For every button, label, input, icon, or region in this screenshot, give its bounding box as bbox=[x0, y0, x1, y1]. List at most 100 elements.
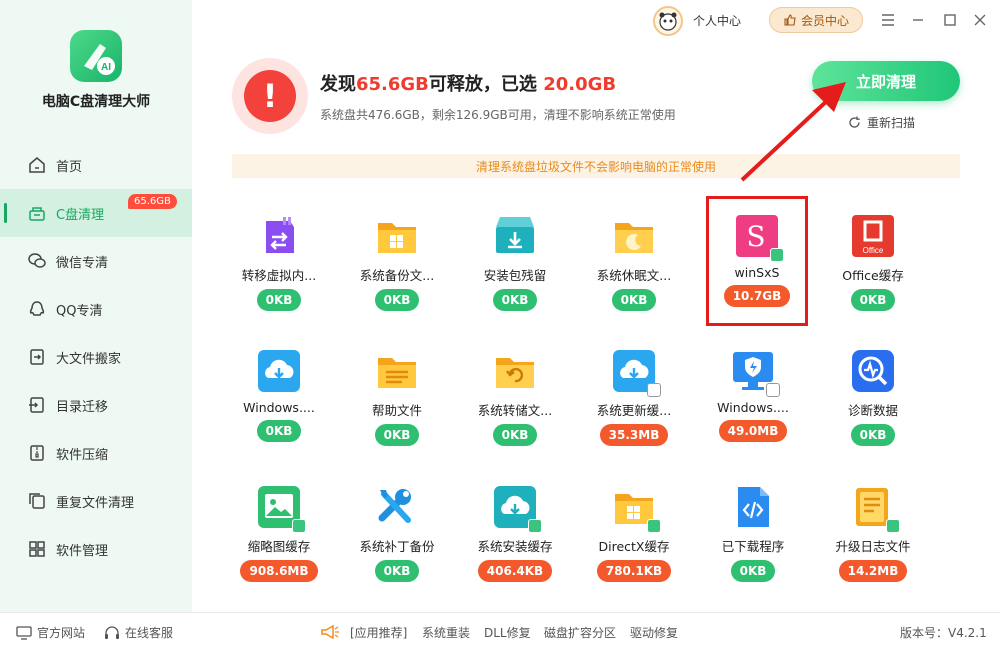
official-website-link[interactable]: 官方网站 bbox=[16, 624, 85, 641]
duplicate-icon bbox=[27, 491, 47, 511]
sidebar-nav: 首页 C盘清理 65.6GB 微信专清 QQ专清 大文件搬家 目录迁移 软件压缩 bbox=[0, 141, 192, 573]
footer-link-reinstall[interactable]: 系统重装 bbox=[422, 624, 470, 641]
directx-folder-icon bbox=[611, 484, 661, 533]
install-cache-icon bbox=[492, 484, 542, 533]
item-label: 诊断数据 bbox=[847, 403, 898, 418]
item-size: 14.2MB bbox=[838, 560, 908, 582]
wrench-icon bbox=[374, 484, 420, 530]
footer-link-driver[interactable]: 驱动修复 bbox=[630, 624, 678, 641]
office-icon: Office bbox=[850, 213, 896, 259]
clean-item-hibernate[interactable]: 系统休眠文... 0KB bbox=[575, 213, 693, 311]
item-size: 0KB bbox=[256, 420, 302, 442]
sidebar-item-label: QQ专清 bbox=[56, 303, 103, 319]
clean-item-install-cache[interactable]: 系统安装缓存 406.4KB bbox=[456, 484, 574, 582]
headline-mid: 可释放，已选 bbox=[428, 74, 544, 95]
size-badge: 65.6GB bbox=[128, 194, 177, 209]
sidebar-item-duplicate[interactable]: 重复文件清理 bbox=[0, 477, 192, 525]
sidebar-item-apps[interactable]: 软件管理 bbox=[0, 525, 192, 573]
releasable-size: 65.6GB bbox=[356, 74, 429, 95]
checkbox-checked[interactable] bbox=[647, 519, 661, 533]
item-label: 系统休眠文... bbox=[596, 268, 672, 283]
clean-item-update-cache[interactable]: 系统更新缓... 35.3MB bbox=[575, 348, 693, 446]
apps-icon bbox=[27, 539, 47, 559]
hibernate-folder-icon bbox=[611, 213, 657, 259]
clean-item-system-dump[interactable]: 系统转储文... 0KB bbox=[456, 348, 574, 446]
item-label: 系统转储文... bbox=[477, 403, 553, 418]
wechat-icon bbox=[27, 251, 47, 271]
sidebar-item-bigfile[interactable]: 大文件搬家 bbox=[0, 333, 192, 381]
disk-info: 系统盘共476.6GB，剩余126.9GB可用，清理不影响系统正常使用 bbox=[320, 108, 676, 122]
clean-item-directx-cache[interactable]: DirectX缓存 780.1KB bbox=[575, 484, 693, 582]
online-support-link[interactable]: 在线客服 bbox=[104, 624, 173, 641]
clean-item-windows-2[interactable]: Windows.... 49.0MB bbox=[694, 348, 812, 442]
checkbox-unchecked[interactable] bbox=[766, 383, 780, 397]
minimize-icon[interactable] bbox=[908, 10, 928, 30]
clean-item-windows-1[interactable]: Windows.... 0KB bbox=[220, 348, 338, 442]
item-label: 系统补丁备份 bbox=[359, 539, 435, 554]
log-file-icon bbox=[850, 484, 900, 533]
item-label: 系统安装缓存 bbox=[477, 539, 553, 554]
sidebar-item-migrate[interactable]: 目录迁移 bbox=[0, 381, 192, 429]
defender-icon bbox=[730, 348, 780, 397]
checkbox-checked[interactable] bbox=[292, 519, 306, 533]
clean-item-virtual-memory[interactable]: 转移虚拟内... 0KB bbox=[220, 213, 338, 311]
item-label: 帮助文件 bbox=[371, 403, 422, 418]
dump-folder-icon bbox=[492, 348, 538, 394]
sidebar-item-label: 大文件搬家 bbox=[56, 351, 122, 367]
item-label: 系统更新缓... bbox=[596, 403, 672, 418]
checkbox-checked[interactable] bbox=[528, 519, 542, 533]
clean-item-patch-backup[interactable]: 系统补丁备份 0KB bbox=[338, 484, 456, 582]
app-recommend-label: [应用推荐] bbox=[350, 626, 408, 640]
migrate-icon bbox=[27, 395, 47, 415]
clean-item-downloaded-programs[interactable]: 已下载程序 0KB bbox=[694, 484, 812, 582]
annotation-arrow bbox=[740, 82, 846, 182]
clean-item-diagnostic[interactable]: 诊断数据 0KB bbox=[814, 348, 932, 446]
clean-item-thumbnail-cache[interactable]: 缩略图缓存 908.6MB bbox=[220, 484, 338, 582]
qq-icon bbox=[27, 299, 47, 319]
avatar[interactable] bbox=[653, 6, 683, 36]
checkbox-checked[interactable] bbox=[886, 519, 900, 533]
official-website-label: 官方网站 bbox=[37, 626, 86, 640]
item-label: 缩略图缓存 bbox=[247, 539, 311, 554]
clean-item-office-cache[interactable]: Office Office缓存 0KB bbox=[814, 213, 932, 311]
item-size: 49.0MB bbox=[718, 420, 788, 442]
member-center-label: 会员中心 bbox=[800, 13, 849, 28]
menu-icon[interactable] bbox=[878, 10, 898, 30]
update-cache-icon bbox=[611, 348, 661, 397]
code-file-icon bbox=[730, 484, 776, 530]
home-icon bbox=[27, 155, 47, 175]
item-size: 35.3MB bbox=[599, 424, 669, 446]
sidebar-item-c-clean[interactable]: C盘清理 65.6GB bbox=[0, 189, 192, 237]
footer-link-disk[interactable]: 磁盘扩容分区 bbox=[544, 624, 616, 641]
clean-item-help-files[interactable]: 帮助文件 0KB bbox=[338, 348, 456, 446]
footer-link-dll[interactable]: DLL修复 bbox=[484, 624, 531, 641]
move-icon bbox=[27, 347, 47, 367]
monitor-icon bbox=[16, 625, 32, 640]
sidebar-item-qq[interactable]: QQ专清 bbox=[0, 285, 192, 333]
backup-folder-icon bbox=[374, 213, 420, 259]
member-center-button[interactable]: 会员中心 bbox=[769, 7, 863, 33]
sidebar-item-home[interactable]: 首页 bbox=[0, 141, 192, 189]
online-support-label: 在线客服 bbox=[125, 626, 174, 640]
diagnostic-icon bbox=[850, 348, 896, 394]
sidebar-item-compress[interactable]: 软件压缩 bbox=[0, 429, 192, 477]
item-label: 升级日志文件 bbox=[835, 539, 911, 554]
annotation-highlight-box bbox=[706, 196, 808, 326]
item-size: 780.1KB bbox=[596, 560, 672, 582]
sidebar-item-label: 软件管理 bbox=[56, 543, 109, 559]
checkbox-unchecked[interactable] bbox=[647, 383, 661, 397]
close-icon[interactable] bbox=[970, 10, 990, 30]
profile-center-link[interactable]: 个人中心 bbox=[693, 12, 741, 29]
footer: 官方网站 在线客服 [应用推荐] 系统重装 DLL修复 磁盘扩容分区 驱动修复 … bbox=[0, 612, 1000, 650]
clean-item-system-backup[interactable]: 系统备份文... 0KB bbox=[338, 213, 456, 311]
scan-result-headline: 发现65.6GB可释放，已选 20.0GB bbox=[320, 70, 616, 96]
maximize-icon[interactable] bbox=[940, 10, 960, 30]
clean-item-installer-residue[interactable]: 安装包残留 0KB bbox=[456, 213, 574, 311]
clean-item-upgrade-logs[interactable]: 升级日志文件 14.2MB bbox=[814, 484, 932, 582]
virtual-memory-icon bbox=[256, 213, 302, 259]
svg-text:AI: AI bbox=[101, 62, 111, 73]
sidebar-item-wechat[interactable]: 微信专清 bbox=[0, 237, 192, 285]
item-size: 0KB bbox=[374, 424, 420, 446]
alert-icon: ! bbox=[244, 70, 296, 122]
sidebar-item-label: 重复文件清理 bbox=[56, 495, 135, 511]
